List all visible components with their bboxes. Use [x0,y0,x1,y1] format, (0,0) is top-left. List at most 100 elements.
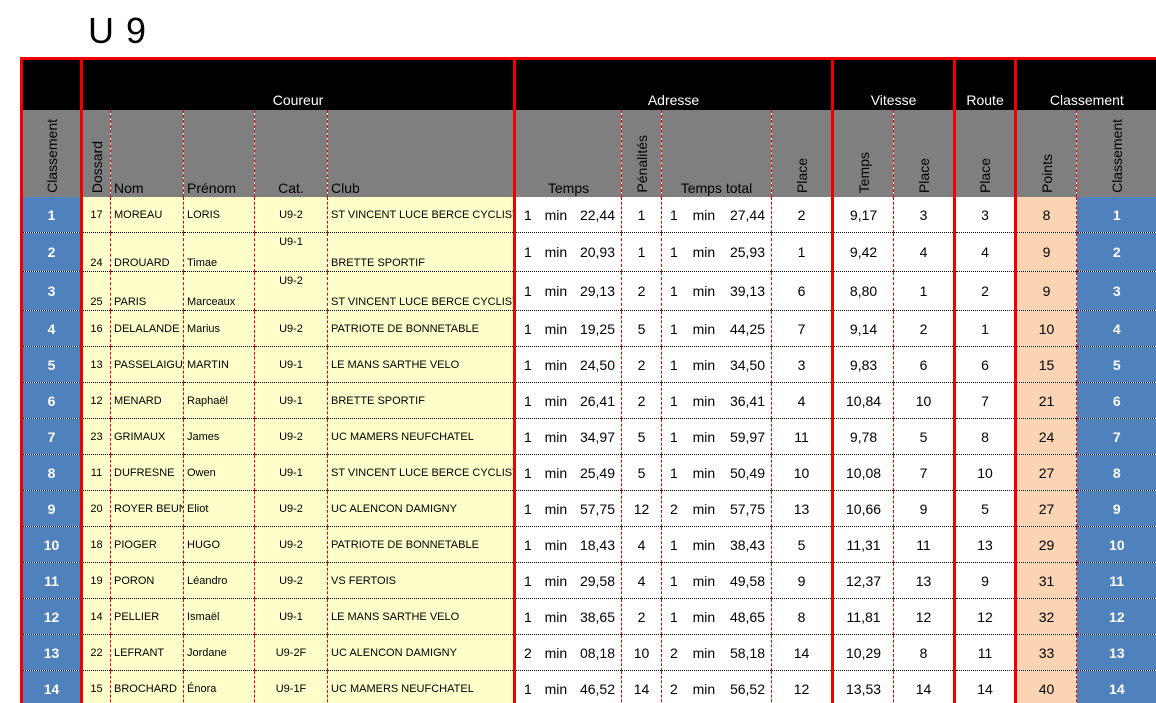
min-unit: min [544,464,568,481]
group-header-classement: Classement [1015,57,1156,110]
dossard-cell: 11 [81,454,111,491]
penalites-cell: 5 [621,418,662,455]
vitesse-temps-cell: 10,66 [832,490,894,527]
results-table-container: Coureur Adresse Vitesse Route Classement… [20,57,1156,703]
prenom-cell: Owen [183,454,255,491]
rank-cell: 8 [20,454,83,491]
vitesse-temps-cell: 13,53 [832,670,894,703]
cat-cell: U9-2 [254,271,328,311]
club-cell: UC MAMERS NEUFCHATEL [327,418,516,455]
rank-cell: 4 [20,310,83,347]
place-adresse-cell: 11 [770,418,835,455]
temps-cell: 1 min 20,93 [514,232,622,272]
dossard-cell: 14 [81,598,111,635]
min-unit: min [692,356,716,373]
place-adresse-cell: 1 [770,232,835,272]
results-table: Coureur Adresse Vitesse Route Classement… [20,57,1156,703]
min-unit: min [692,644,716,661]
table-row: 12 14 PELLIER Ismaël U9-1 LE MANS SARTHE… [20,598,1156,635]
points-cell: 24 [1015,418,1077,455]
min-unit: min [692,206,716,223]
dossard-cell: 18 [81,526,111,563]
col-header-classement-final: Classement [1076,110,1156,197]
prenom-cell: LORIS [183,197,255,233]
nom-cell: PIOGER [110,526,184,563]
classement-final-cell: 1 [1076,197,1156,233]
min-unit: min [544,244,568,260]
min-unit: min [544,356,568,373]
rank-cell: 9 [20,490,83,527]
vitesse-temps-cell: 10,08 [832,454,894,491]
table-row: 8 11 DUFRESNE Owen U9-1 ST VINCENT LUCE … [20,454,1156,491]
points-cell: 27 [1015,454,1077,491]
col-header-temps-vitesse: Temps [832,110,894,197]
place-vitesse-cell: 10 [893,382,957,419]
penalites-cell: 12 [621,490,662,527]
cat-cell: U9-1 [254,598,328,635]
nom-cell: DROUARD [110,232,184,272]
place-adresse-cell: 5 [770,526,835,563]
col-header-penalites: Pénalités [621,110,662,197]
classement-final-cell: 7 [1076,418,1156,455]
classement-final-cell: 11 [1076,562,1156,599]
place-adresse-cell: 10 [770,454,835,491]
vitesse-temps-cell: 9,78 [832,418,894,455]
vitesse-temps-cell: 9,42 [832,232,894,272]
place-route-cell: 1 [954,310,1018,347]
club-cell: PATRIOTE DE BONNETABLE [327,310,516,347]
place-vitesse-cell: 7 [893,454,957,491]
min-unit: min [692,283,716,299]
temps-cell: 1 min 29,13 [514,271,622,311]
classement-final-cell: 6 [1076,382,1156,419]
min-unit: min [544,283,568,299]
min-unit: min [692,464,716,481]
club-cell: UC MAMERS NEUFCHATEL [327,670,516,703]
min-unit: min [692,536,716,553]
vitesse-temps-cell: 10,84 [832,382,894,419]
penalites-cell: 1 [621,232,662,272]
penalites-cell: 4 [621,562,662,599]
classement-final-cell: 13 [1076,634,1156,671]
place-vitesse-cell: 9 [893,490,957,527]
col-header-prenom: Prénom [183,110,255,197]
rank-cell: 10 [20,526,83,563]
nom-cell: PELLIER [110,598,184,635]
penalites-cell: 2 [621,598,662,635]
penalites-cell: 2 [621,346,662,383]
min-unit: min [692,320,716,337]
rank-cell: 5 [20,346,83,383]
prenom-cell: Ismaël [183,598,255,635]
min-unit: min [544,392,568,409]
temps-cell: 1 min 19,25 [514,310,622,347]
min-unit: min [544,608,568,625]
place-vitesse-cell: 14 [893,670,957,703]
column-header-row: Classement Dossard Nom Prénom Cat. Club … [20,110,1156,197]
col-header-dossard: Dossard [81,110,111,197]
group-header-adresse: Adresse [514,57,835,110]
vitesse-temps-cell: 8,80 [832,271,894,311]
group-header-vitesse: Vitesse [832,57,957,110]
prenom-cell: Léandro [183,562,255,599]
place-adresse-cell: 2 [770,197,835,233]
temps-cell: 1 min 18,43 [514,526,622,563]
place-adresse-cell: 6 [770,271,835,311]
rank-cell: 14 [20,670,83,703]
prenom-cell: Jordane [183,634,255,671]
rank-cell: 3 [20,271,83,311]
place-adresse-cell: 4 [770,382,835,419]
page-title: U 9 [88,10,148,51]
place-vitesse-cell: 5 [893,418,957,455]
place-vitesse-cell: 4 [893,232,957,272]
dossard-cell: 25 [81,271,111,311]
rank-cell: 7 [20,418,83,455]
temps-cell: 1 min 34,97 [514,418,622,455]
points-cell: 27 [1015,490,1077,527]
temps-total-cell: 1 min 27,44 [661,197,772,233]
place-route-cell: 14 [954,670,1018,703]
vitesse-temps-cell: 12,37 [832,562,894,599]
min-unit: min [544,572,568,589]
place-vitesse-cell: 1 [893,271,957,311]
prenom-cell: Énora [183,670,255,703]
temps-total-cell: 1 min 34,50 [661,346,772,383]
dossard-cell: 17 [81,197,111,233]
